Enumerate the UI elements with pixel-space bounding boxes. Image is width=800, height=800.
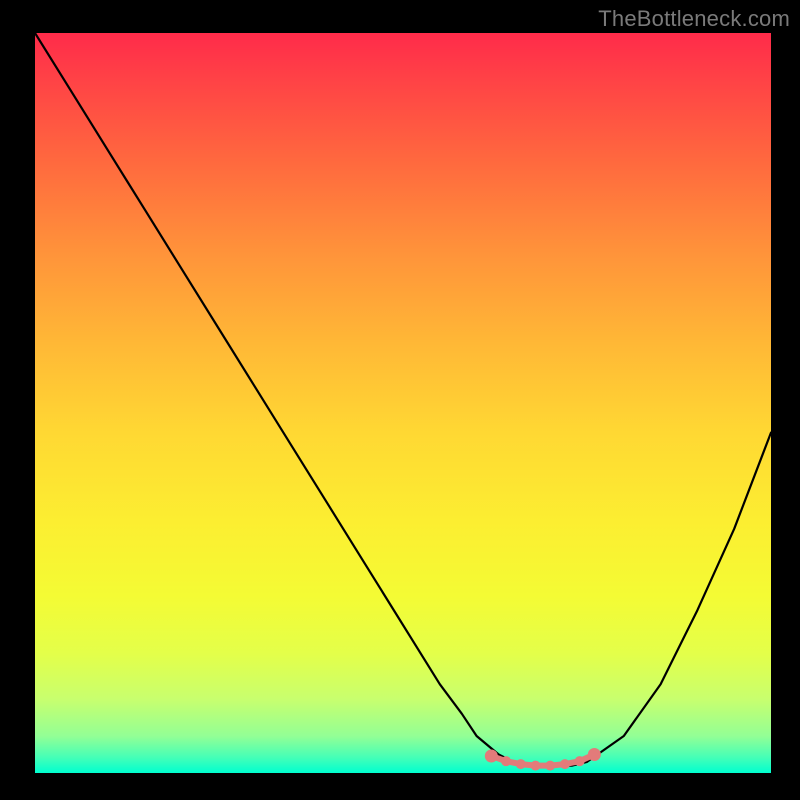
highlight-dot	[560, 759, 570, 769]
attribution-label: TheBottleneck.com	[598, 6, 790, 32]
highlight-dot	[516, 759, 526, 769]
highlight-dot	[530, 761, 540, 771]
chart-frame: TheBottleneck.com	[0, 0, 800, 800]
chart-curve-group	[35, 33, 771, 771]
highlight-dot	[485, 749, 498, 762]
highlight-dot	[545, 761, 555, 771]
main-curve	[35, 33, 771, 766]
highlight-dot	[575, 756, 585, 766]
chart-plot-area	[35, 33, 771, 773]
highlight-dot	[501, 756, 511, 766]
chart-svg	[35, 33, 771, 773]
highlight-dot	[588, 748, 601, 761]
